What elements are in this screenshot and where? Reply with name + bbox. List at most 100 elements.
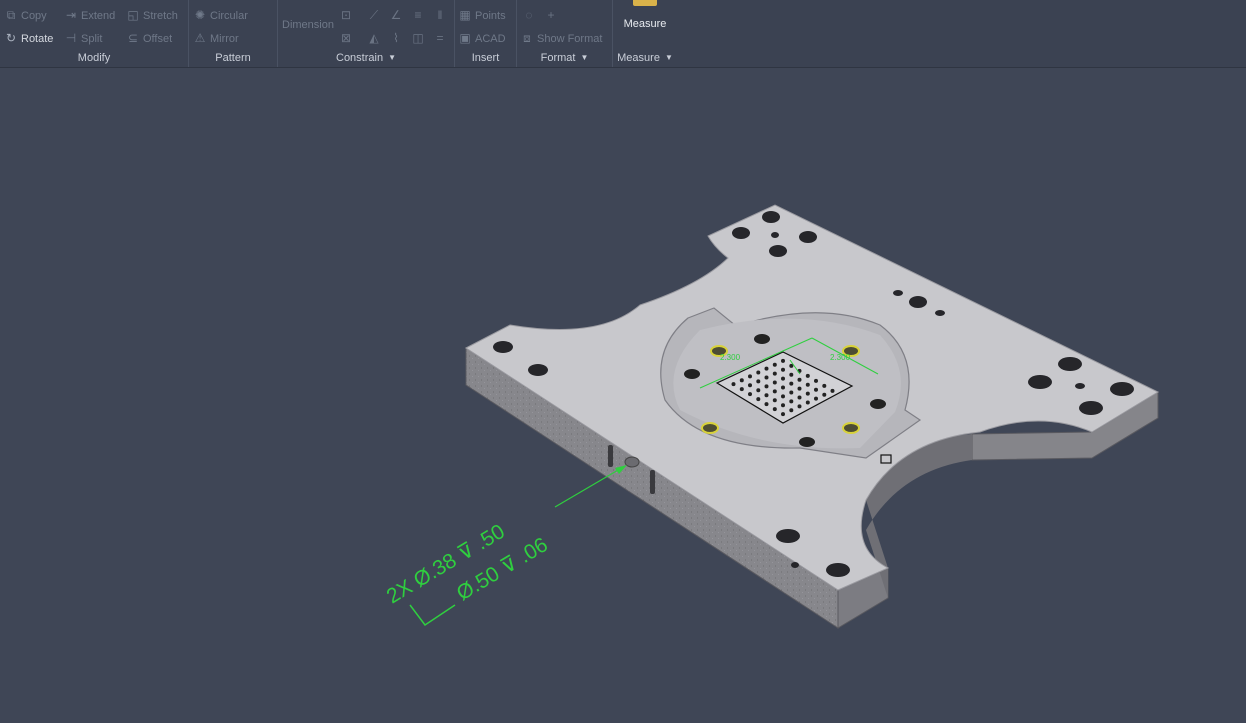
symmetric-constraint-icon[interactable]: ⌇ <box>388 30 404 46</box>
sketch-grid-hole <box>764 393 769 398</box>
measure-panel: Measure Measure ▼ <box>613 0 677 67</box>
sketch-grid-hole <box>805 391 810 396</box>
show-format-button[interactable]: ⧈ Show Format <box>520 29 602 47</box>
format-title-label: Format <box>540 52 576 64</box>
coincident-constraint-icon[interactable]: ⟋ <box>366 7 382 23</box>
constrain-panel-title[interactable]: Constrain ▼ <box>278 52 454 64</box>
sketch-grid-hole <box>764 366 769 371</box>
constrain-panel: Dimension ⊡ ⟋ ∠ ≡ ‖ ⊠ ◭ ⌇ ◫ = Constrain ▼ <box>278 0 454 67</box>
sketch-grid-hole <box>822 392 827 397</box>
tangent-constraint-icon[interactable]: ∠ <box>388 7 404 23</box>
mirror-icon: ⚠ <box>194 31 206 45</box>
sketch-grid-hole <box>781 358 785 363</box>
circular-button[interactable]: ✺ Circular <box>193 6 248 24</box>
modify-panel-title[interactable]: Modify <box>0 52 188 64</box>
copy-button[interactable]: ⧉ Copy <box>4 6 47 24</box>
copy-icon: ⧉ <box>6 8 16 22</box>
sketch-grid-hole <box>805 382 810 387</box>
measure-button[interactable]: Measure <box>613 0 677 36</box>
points-icon: ▦ <box>459 8 471 22</box>
acad-icon: ▣ <box>459 31 471 45</box>
extend-icon: ⇥ <box>65 8 77 22</box>
horizontal-constraint-icon[interactable]: ≡ <box>410 7 426 23</box>
sketch-grid-hole <box>805 400 810 405</box>
measure-button-label: Measure <box>623 18 667 30</box>
format-panel-title[interactable]: Format ▼ <box>517 52 612 64</box>
pattern-panel-title[interactable]: Pattern <box>189 52 277 64</box>
extend-button[interactable]: ⇥ Extend <box>64 6 115 24</box>
sketch-grid-hole <box>764 384 769 389</box>
callout-counterbore-bracket <box>409 604 456 627</box>
show-format-label: Show Format <box>537 33 603 45</box>
vertical-constraint-icon[interactable]: ‖ <box>432 7 448 23</box>
mirror-button[interactable]: ⚠ Mirror <box>193 29 239 47</box>
sketch-grid-hole <box>797 404 802 409</box>
sketch-grid-hole <box>805 373 810 378</box>
equal-constraint-icon[interactable]: = <box>432 30 448 46</box>
measure-panel-title[interactable]: Measure ▼ <box>613 52 677 64</box>
mirror-label: Mirror <box>210 33 239 45</box>
sketch-grid-hole <box>756 379 761 384</box>
split-button[interactable]: ⊣ Split <box>64 29 103 47</box>
split-icon: ⊣ <box>65 31 77 45</box>
sketch-grid-hole <box>764 402 769 407</box>
sketch-grid-hole <box>748 392 752 397</box>
sketch-grid-hole <box>789 399 794 404</box>
sketch-grid-hole <box>772 407 777 412</box>
sketch-grid-hole <box>772 362 777 367</box>
sketch-grid-hole <box>781 394 785 399</box>
3d-viewport[interactable]: 2.300 2.300 2X Ø.38 ⊽ .50 Ø.50 ⊽ .06 <box>0 68 1246 723</box>
sketch-grid-hole <box>756 397 761 402</box>
collinear-constraint-icon[interactable]: ⊠ <box>338 30 354 46</box>
dimension-label: Dimension <box>282 19 334 31</box>
stretch-icon: ◱ <box>127 8 139 22</box>
acad-label: ACAD <box>475 33 506 45</box>
sketch-grid-hole <box>756 370 761 375</box>
insert-panel-title[interactable]: Insert <box>455 52 516 64</box>
sketch-grid-hole <box>781 412 785 417</box>
sketch-grid-hole <box>764 375 769 380</box>
chevron-down-icon: ▼ <box>580 53 589 62</box>
sketch-grid-hole <box>814 387 818 392</box>
callout-leader-line <box>554 465 626 508</box>
fix-constraint-icon[interactable]: ⊡ <box>338 7 354 23</box>
format-panel: ◌ + ⧈ Show Format Format ▼ <box>517 0 612 67</box>
sketch-grid-hole <box>772 398 777 403</box>
offset-button[interactable]: ⊆ Offset <box>126 29 172 47</box>
sketch-grid-hole <box>797 395 802 400</box>
sketch-grid-hole <box>814 378 818 383</box>
concentric-constraint-icon[interactable]: ◫ <box>410 30 426 46</box>
sketch-grid-hole <box>731 382 736 387</box>
plate-part[interactable]: 2.300 2.300 <box>465 204 1160 629</box>
sketch-grid-hole <box>772 380 777 385</box>
sketch-grid-hole <box>772 389 777 394</box>
sketch-grid-hole <box>789 408 794 413</box>
points-button[interactable]: ▦ Points <box>458 6 506 24</box>
rotate-label: Rotate <box>21 33 54 45</box>
offset-label: Offset <box>143 33 173 45</box>
insert-panel: ▦ Points ▣ ACAD Insert <box>455 0 516 67</box>
sketch-grid-hole <box>830 388 835 393</box>
rotate-button[interactable]: ↻ Rotate <box>4 29 53 47</box>
points-label: Points <box>475 10 506 22</box>
dimension-button[interactable]: Dimension <box>282 16 334 34</box>
centerpoint-icon[interactable]: + <box>543 7 559 23</box>
sketch-grid-hole <box>756 388 761 393</box>
sketch-grid-hole <box>797 377 802 382</box>
sketch-grid-hole <box>789 381 794 386</box>
sketch-grid-hole <box>739 378 744 383</box>
pattern-panel: ✺ Circular ⚠ Mirror Pattern <box>189 0 277 67</box>
measure-title-label: Measure <box>617 52 660 64</box>
circular-pattern-icon: ✺ <box>194 8 206 22</box>
show-format-icon: ⧈ <box>523 31 531 45</box>
sketch-grid-hole <box>739 387 744 392</box>
sketch-dimension-label: 2.300 <box>720 353 741 362</box>
smooth-constraint-icon[interactable]: ◭ <box>366 30 382 46</box>
hole-callout: 2X Ø.38 ⊽ .50 Ø.50 ⊽ .06 <box>383 465 627 627</box>
stretch-label: Stretch <box>143 10 178 22</box>
construction-icon[interactable]: ◌ <box>521 7 537 23</box>
acad-button[interactable]: ▣ ACAD <box>458 29 506 47</box>
stretch-button[interactable]: ◱ Stretch <box>126 6 178 24</box>
sketch-grid-hole <box>781 376 785 381</box>
sketch-grid-hole <box>781 403 785 408</box>
